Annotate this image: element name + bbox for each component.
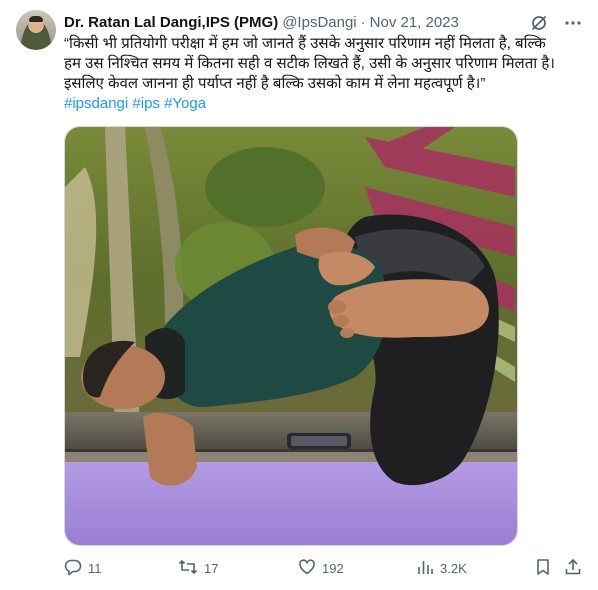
views-icon (416, 558, 434, 579)
tweet-text: “किसी भी प्रतियोगी परीक्षा में हम जो जान… (64, 34, 586, 94)
like-button[interactable]: 192 (298, 558, 344, 578)
bookmark-icon (534, 558, 552, 579)
tweet-text-line: हम उस निश्चित समय में कितना सही व सटीक ल… (64, 55, 555, 72)
reply-button[interactable]: 11 (64, 558, 102, 578)
like-count: 192 (322, 560, 344, 576)
hashtags: #ipsdangi #ips #Yoga (64, 94, 206, 114)
hashtag-link[interactable]: #ipsdangi (64, 95, 128, 112)
retweet-button[interactable]: 17 (178, 558, 218, 578)
more-icon[interactable] (564, 14, 582, 32)
author-name[interactable]: Dr. Ratan Lal Dangi,IPS (PMG) (64, 13, 278, 33)
hashtag-link[interactable]: #ips (132, 95, 160, 112)
views-button[interactable]: 3.2K (416, 558, 467, 578)
avatar[interactable] (16, 10, 56, 50)
reply-icon (64, 558, 82, 579)
tweet[interactable]: Dr. Ratan Lal Dangi,IPS (PMG) @IpsDangi … (0, 0, 598, 590)
header-actions (530, 13, 582, 33)
tweet-actions: 11 17 192 3.2K (64, 558, 586, 578)
tweet-photo[interactable] (64, 126, 518, 546)
tweet-text-line: “किसी भी प्रतियोगी परीक्षा में हम जो जान… (64, 35, 546, 52)
separator-dot: · (360, 14, 366, 31)
share-button[interactable] (564, 558, 582, 578)
share-icon (564, 558, 582, 579)
bookmark-button[interactable] (534, 558, 552, 578)
views-count: 3.2K (440, 560, 467, 576)
author-handle[interactable]: @IpsDangi (282, 13, 356, 33)
tweet-text-line: इसलिए केवल जानना ही पर्याप्त नहीं है बल्… (64, 75, 486, 92)
hashtag-link[interactable]: #Yoga (164, 95, 206, 112)
reply-count: 11 (88, 560, 102, 576)
like-icon (298, 558, 316, 579)
retweet-count: 17 (204, 560, 219, 576)
grok-icon[interactable] (530, 14, 548, 32)
retweet-icon (178, 558, 198, 579)
tweet-date[interactable]: Nov 21, 2023 (370, 13, 459, 33)
tweet-header: Dr. Ratan Lal Dangi,IPS (PMG) @IpsDangi … (64, 13, 582, 33)
yoga-pose-illustration (65, 127, 517, 545)
